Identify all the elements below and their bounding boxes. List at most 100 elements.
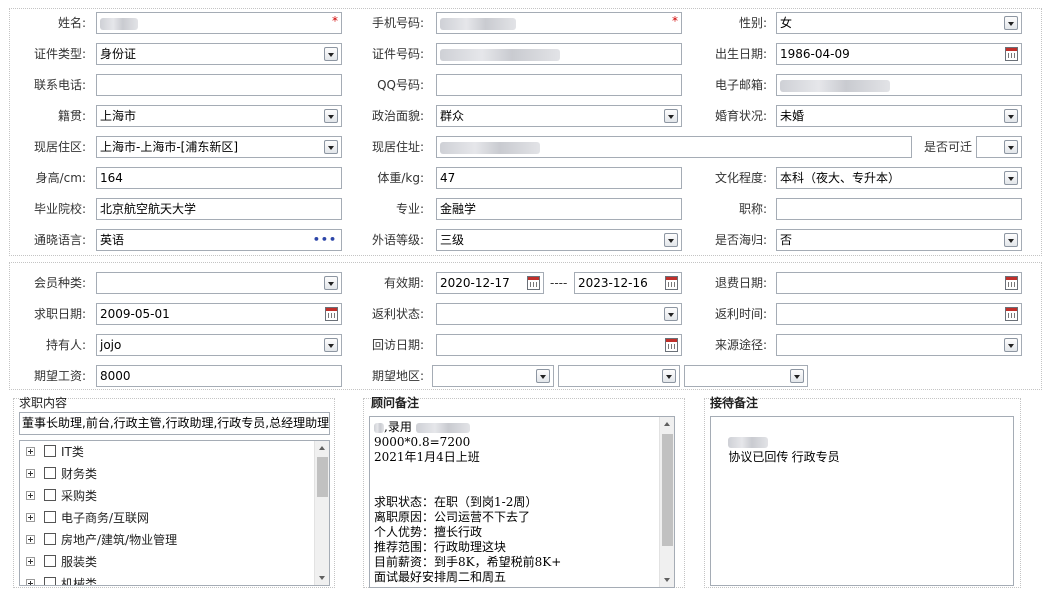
calendar-icon[interactable] [1005, 276, 1018, 290]
expand-icon[interactable] [26, 490, 35, 500]
chevron-down-icon[interactable] [1004, 109, 1018, 123]
calendar-icon[interactable] [527, 276, 540, 290]
expected-area-city-select[interactable] [558, 365, 680, 387]
mobile-field[interactable]: * [436, 12, 682, 34]
weight-field[interactable]: 47 [436, 167, 682, 189]
source-select[interactable] [776, 334, 1022, 356]
valid-end-field[interactable]: 2023-12-16 [574, 272, 682, 294]
marital-select[interactable]: 未婚 [776, 105, 1022, 127]
tree-item-machinery[interactable]: 机械类 [26, 573, 97, 585]
id-number-field[interactable] [436, 43, 682, 65]
calendar-icon[interactable] [325, 307, 338, 321]
birth-date-field[interactable]: 1986-04-09 [776, 43, 1022, 65]
height-field[interactable]: 164 [96, 167, 342, 189]
chevron-down-icon[interactable] [662, 369, 676, 383]
reception-notes-textarea[interactable]: 协议已回传 行政专员 [710, 416, 1014, 586]
chevron-down-icon[interactable] [664, 307, 678, 321]
tree-scrollbar[interactable] [314, 441, 329, 585]
residence-address-field[interactable] [436, 136, 912, 158]
apply-date-field[interactable]: 2009-05-01 [96, 303, 342, 325]
chevron-down-icon[interactable] [664, 109, 678, 123]
more-options-icon[interactable]: ••• [313, 230, 337, 250]
job-content-selected-field[interactable]: 董事长助理,前台,行政主管,行政助理,行政专员,总经理助理 [19, 412, 330, 435]
scroll-up-icon[interactable] [660, 417, 674, 431]
chevron-down-icon[interactable] [1004, 140, 1018, 154]
expected-salary-field[interactable]: 8000 [96, 365, 342, 387]
title-field[interactable] [776, 198, 1022, 220]
job-category-tree[interactable]: IT类 财务类 采购类 电子商务/互联网 房地产/建筑/物业管理 服装类 机械类 [19, 440, 330, 586]
checkbox[interactable] [44, 467, 56, 479]
chevron-down-icon[interactable] [1004, 338, 1018, 352]
language-field[interactable]: 英语 ••• [96, 229, 342, 251]
relocate-select[interactable] [976, 136, 1022, 158]
name-field[interactable]: * [96, 12, 342, 34]
tree-item-it[interactable]: IT类 [26, 441, 84, 461]
foreign-level-select[interactable]: 三级 [436, 229, 682, 251]
qq-field[interactable] [436, 74, 682, 96]
tree-item-real-estate[interactable]: 房地产/建筑/物业管理 [26, 529, 177, 549]
education-select[interactable]: 本科（夜大、专升本） [776, 167, 1022, 189]
scroll-down-icon[interactable] [315, 571, 329, 585]
id-type-select[interactable]: 身份证 [96, 43, 342, 65]
chevron-down-icon[interactable] [324, 338, 338, 352]
chevron-down-icon[interactable] [1004, 233, 1018, 247]
checkbox[interactable] [44, 555, 56, 567]
checkbox[interactable] [44, 577, 56, 585]
consultant-notes-textarea[interactable]: ,录用 9000*0.8=7200 2021年1月4日上班 求职状态：在职（到岗1-2… [369, 416, 675, 588]
checkbox[interactable] [44, 533, 56, 545]
tree-item-apparel[interactable]: 服装类 [26, 551, 97, 571]
chevron-down-icon[interactable] [664, 233, 678, 247]
valid-start-value: 2020-12-17 [440, 276, 510, 290]
political-select[interactable]: 群众 [436, 105, 682, 127]
scroll-thumb[interactable] [662, 434, 673, 546]
member-type-select[interactable] [96, 272, 342, 294]
chevron-down-icon[interactable] [324, 47, 338, 61]
calendar-icon[interactable] [1005, 307, 1018, 321]
chevron-down-icon[interactable] [324, 276, 338, 290]
holder-select[interactable]: jojo [96, 334, 342, 356]
rebate-status-select[interactable] [436, 303, 682, 325]
calendar-icon[interactable] [665, 276, 678, 290]
school-field[interactable]: 北京航空航天大学 [96, 198, 342, 220]
calendar-icon[interactable] [1005, 47, 1018, 61]
residence-area-select[interactable]: 上海市-上海市-[浦东新区] [96, 136, 342, 158]
checkbox[interactable] [44, 445, 56, 457]
expand-icon[interactable] [26, 468, 35, 478]
rebate-time-field[interactable] [776, 303, 1022, 325]
visit-date-field[interactable] [436, 334, 682, 356]
chevron-down-icon[interactable] [536, 369, 550, 383]
chevron-down-icon[interactable] [324, 109, 338, 123]
notes-scrollbar[interactable] [659, 417, 674, 587]
email-field[interactable] [776, 74, 1022, 96]
chevron-down-icon[interactable] [1004, 16, 1018, 30]
refund-date-field[interactable] [776, 272, 1022, 294]
tree-item-purchasing[interactable]: 采购类 [26, 485, 97, 505]
chevron-down-icon[interactable] [324, 140, 338, 154]
tree-item-finance[interactable]: 财务类 [26, 463, 97, 483]
chevron-down-icon[interactable] [790, 369, 804, 383]
checkbox[interactable] [44, 511, 56, 523]
phone-field[interactable] [96, 74, 342, 96]
expand-icon[interactable] [26, 512, 35, 522]
height-label: 身高/cm: [35, 171, 86, 185]
expected-area-district-select[interactable] [684, 365, 808, 387]
returnee-select[interactable]: 否 [776, 229, 1022, 251]
id-number-redacted [440, 48, 560, 61]
weight-value: 47 [440, 171, 456, 185]
scroll-down-icon[interactable] [660, 573, 674, 587]
expand-icon[interactable] [26, 446, 35, 456]
scroll-thumb[interactable] [317, 457, 328, 497]
valid-start-field[interactable]: 2020-12-17 [436, 272, 544, 294]
scroll-up-icon[interactable] [315, 441, 329, 455]
expand-icon[interactable] [26, 556, 35, 566]
gender-select[interactable]: 女 [776, 12, 1022, 34]
checkbox[interactable] [44, 489, 56, 501]
chevron-down-icon[interactable] [1004, 171, 1018, 185]
expand-icon[interactable] [26, 534, 35, 544]
calendar-icon[interactable] [665, 338, 678, 352]
tree-item-ecommerce[interactable]: 电子商务/互联网 [26, 507, 149, 527]
expected-area-province-select[interactable] [432, 365, 554, 387]
major-field[interactable]: 金融学 [436, 198, 682, 220]
native-place-select[interactable]: 上海市 [96, 105, 342, 127]
expand-icon[interactable] [26, 578, 35, 585]
